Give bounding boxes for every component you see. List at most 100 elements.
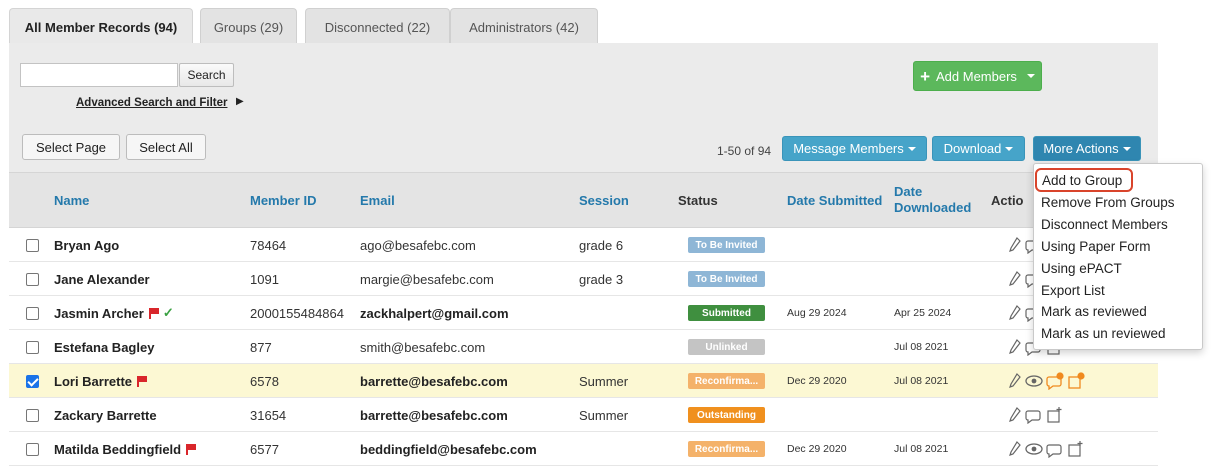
member-name-cell[interactable]: Jasmin Archer ✓ bbox=[54, 296, 174, 330]
table-header: Name Member ID Email Session Status Date… bbox=[9, 172, 1158, 228]
edit-icon[interactable] bbox=[1008, 373, 1022, 389]
row-checkbox[interactable] bbox=[26, 307, 39, 320]
column-header-member-id[interactable]: Member ID bbox=[250, 193, 316, 208]
member-session: grade 6 bbox=[579, 237, 624, 253]
column-header-date-downloaded[interactable]: Date bbox=[894, 184, 922, 199]
comment-icon[interactable] bbox=[1025, 406, 1043, 424]
member-name-cell[interactable]: Matilda Beddingfield bbox=[54, 432, 197, 466]
menu-item-mark-as-reviewed[interactable]: Mark as reviewed bbox=[1034, 301, 1202, 323]
table-row[interactable]: Jasmin Archer ✓ 2000155484864 zackhalpert@g… bbox=[9, 296, 1158, 330]
table-row[interactable]: Jane Alexander 1091 margie@besafebc.com gra… bbox=[9, 262, 1158, 296]
menu-item-using-epact[interactable]: Using ePACT bbox=[1034, 257, 1202, 279]
row-checkbox[interactable] bbox=[26, 409, 39, 422]
search-button[interactable]: Search bbox=[179, 63, 234, 87]
row-checkbox[interactable] bbox=[26, 443, 39, 456]
menu-item-disconnect-members[interactable]: Disconnect Members bbox=[1034, 214, 1202, 236]
add-members-button[interactable]: + Add Members bbox=[913, 61, 1042, 91]
tab-label: Disconnected (22) bbox=[324, 19, 431, 35]
view-icon[interactable] bbox=[1025, 373, 1043, 389]
member-email: margie@besafebc.com bbox=[360, 271, 494, 287]
edit-icon[interactable] bbox=[1008, 339, 1022, 355]
verified-check-icon: ✓ bbox=[162, 305, 174, 320]
table-row[interactable]: Matilda Beddingfield 6577 beddingfield@bes… bbox=[9, 432, 1158, 466]
column-header-session[interactable]: Session bbox=[579, 193, 629, 208]
member-name[interactable]: Jasmin Archer bbox=[54, 306, 144, 321]
edit-icon[interactable] bbox=[1008, 407, 1022, 423]
download-button[interactable]: Download bbox=[932, 136, 1025, 161]
note-alert-icon[interactable] bbox=[1067, 372, 1085, 390]
member-name-cell[interactable]: Jane Alexander bbox=[54, 262, 150, 296]
row-actions bbox=[1008, 405, 1064, 425]
edit-icon[interactable] bbox=[1008, 271, 1022, 287]
row-checkbox[interactable] bbox=[26, 273, 39, 286]
member-name-cell[interactable]: Bryan Ago bbox=[54, 228, 119, 262]
member-id: 1091 bbox=[250, 271, 279, 287]
menu-item-mark-as-un-reviewed[interactable]: Mark as un reviewed bbox=[1034, 323, 1202, 345]
date-downloaded: Apr 25 2024 bbox=[894, 307, 952, 319]
column-header-status[interactable]: Status bbox=[678, 193, 718, 208]
tab-administrators[interactable]: Administrators (42) bbox=[450, 8, 598, 45]
member-email: zackhalpert@gmail.com bbox=[360, 305, 509, 321]
row-checkbox[interactable] bbox=[26, 341, 39, 354]
column-header-actions: Actio bbox=[991, 193, 1024, 208]
more-actions-label: More Actions bbox=[1043, 141, 1119, 156]
column-header-name[interactable]: Name bbox=[54, 193, 89, 208]
edit-icon[interactable] bbox=[1008, 305, 1022, 321]
date-submitted: Dec 29 2020 bbox=[787, 375, 847, 387]
member-name[interactable]: Matilda Beddingfield bbox=[54, 442, 181, 457]
pagination-range: 1-50 of 94 bbox=[717, 144, 772, 158]
expand-arrow-icon[interactable]: ▶ bbox=[236, 96, 244, 107]
more-actions-menu: Add to Group Remove From Groups Disconnect… bbox=[1033, 163, 1203, 350]
menu-item-using-paper-form[interactable]: Using Paper Form bbox=[1034, 236, 1202, 258]
plus-icon: + bbox=[920, 66, 930, 86]
tab-label: Administrators (42) bbox=[469, 19, 579, 35]
member-id: 877 bbox=[250, 339, 272, 355]
member-name[interactable]: Estefana Bagley bbox=[54, 340, 154, 355]
table-row[interactable]: Zackary Barrette 31654 barrette@besafebc.c… bbox=[9, 398, 1158, 432]
menu-item-export-list[interactable]: Export List bbox=[1034, 279, 1202, 301]
menu-item-remove-from-groups[interactable]: Remove From Groups bbox=[1034, 192, 1202, 214]
edit-icon[interactable] bbox=[1008, 237, 1022, 253]
member-name[interactable]: Lori Barrette bbox=[54, 374, 132, 389]
column-header-email[interactable]: Email bbox=[360, 193, 395, 208]
message-members-label: Message Members bbox=[793, 141, 904, 156]
more-actions-button[interactable]: More Actions bbox=[1033, 136, 1141, 161]
download-label: Download bbox=[943, 141, 1002, 156]
member-name[interactable]: Bryan Ago bbox=[54, 238, 119, 253]
member-name-cell[interactable]: Lori Barrette bbox=[54, 364, 148, 398]
flag-icon bbox=[186, 443, 197, 455]
table-row[interactable]: Lori Barrette 6578 barrette@besafebc.com Su… bbox=[9, 364, 1158, 398]
member-name-cell[interactable]: Zackary Barrette bbox=[54, 398, 157, 432]
comment-alert-icon[interactable] bbox=[1046, 372, 1064, 390]
select-all-button[interactable]: Select All bbox=[126, 134, 206, 160]
member-id: 31654 bbox=[250, 407, 287, 423]
flag-icon bbox=[137, 375, 148, 387]
message-members-button[interactable]: Message Members bbox=[782, 136, 927, 161]
member-name[interactable]: Jane Alexander bbox=[54, 272, 150, 287]
caret-down-icon bbox=[1005, 146, 1014, 151]
table-row[interactable]: Bryan Ago 78464 ago@besafebc.com grade 6 To … bbox=[9, 228, 1158, 262]
member-name-cell[interactable]: Estefana Bagley bbox=[54, 330, 154, 364]
note-icon[interactable] bbox=[1067, 440, 1085, 458]
tab-all-member-records[interactable]: All Member Records (94) bbox=[9, 8, 193, 45]
column-header-date-downloaded-2: Downloaded bbox=[894, 200, 972, 215]
tab-disconnected[interactable]: Disconnected (22) bbox=[305, 8, 450, 45]
member-name[interactable]: Zackary Barrette bbox=[54, 408, 157, 423]
search-input[interactable] bbox=[20, 63, 178, 87]
row-actions bbox=[1008, 439, 1085, 459]
member-email: barrette@besafebc.com bbox=[360, 407, 508, 423]
caret-down-icon bbox=[1122, 146, 1131, 151]
row-checkbox[interactable] bbox=[26, 375, 39, 388]
note-icon[interactable] bbox=[1046, 406, 1064, 424]
column-header-date-submitted[interactable]: Date Submitted bbox=[787, 193, 882, 208]
row-checkbox[interactable] bbox=[26, 239, 39, 252]
table-row[interactable]: Estefana Bagley 877 smith@besafebc.com Unli… bbox=[9, 330, 1158, 364]
status-badge: To Be Invited bbox=[688, 271, 765, 287]
menu-item-add-to-group[interactable]: Add to Group bbox=[1035, 168, 1133, 192]
advanced-search-link[interactable]: Advanced Search and Filter bbox=[76, 97, 227, 109]
comment-icon[interactable] bbox=[1046, 440, 1064, 458]
select-page-button[interactable]: Select Page bbox=[22, 134, 120, 160]
tab-groups[interactable]: Groups (29) bbox=[200, 8, 297, 45]
date-downloaded: Jul 08 2021 bbox=[894, 341, 949, 353]
member-session: Summer bbox=[579, 407, 629, 423]
